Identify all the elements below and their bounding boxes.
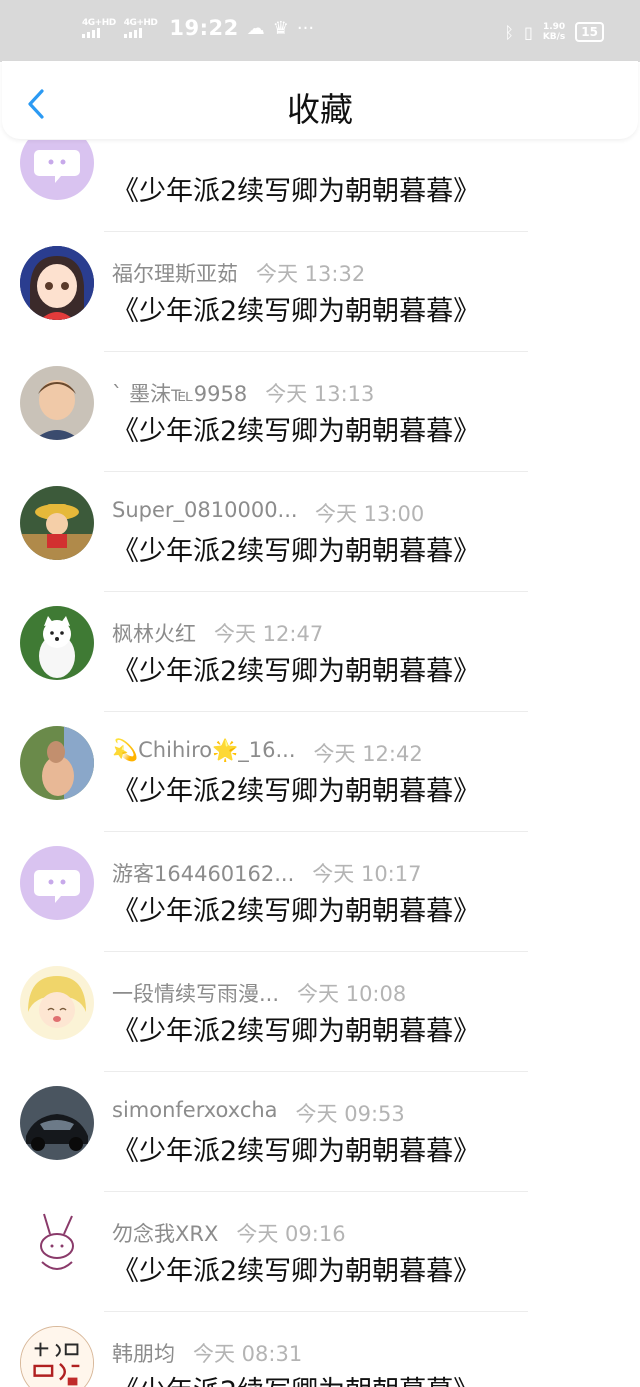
status-bar: 4G+HD 4G+HD 19:22 ☁ ♛ ··· ᛒ ▯ 1.90 KB/s … <box>0 0 640 62</box>
list-item[interactable]: 一段情续写雨漫... 今天 10:08 《少年派2续写卿为朝朝暮暮》 <box>0 952 640 1072</box>
avatar[interactable] <box>20 486 94 560</box>
username: 💫Chihiro🌟_16... <box>112 738 296 762</box>
avatar[interactable] <box>20 606 94 680</box>
username: 一段情续写雨漫... <box>112 982 280 1006</box>
chat-bubble-icon <box>34 870 80 903</box>
timestamp: 今天 12:47 <box>214 622 324 646</box>
sports-car-avatar <box>20 1086 94 1160</box>
list-item[interactable]: 勿念我XRX 今天 09:16 《少年派2续写卿为朝朝暮暮》 <box>0 1192 640 1312</box>
timestamp: 今天 08:31 <box>193 1342 303 1366</box>
avatar[interactable] <box>20 1086 94 1160</box>
timestamp: 今天 09:16 <box>236 1222 346 1246</box>
anime-blonde-avatar <box>20 966 94 1040</box>
status-bar-right: ᛒ ▯ 1.90 KB/s 15 <box>504 22 604 42</box>
favorite-content: 《少年派2续写卿为朝朝暮暮》 <box>112 1369 480 1387</box>
item-meta: 韩朋均 今天 08:31 <box>112 1338 302 1368</box>
item-meta: 枫林火红 今天 12:47 <box>112 618 323 648</box>
list-item[interactable]: Super_0810000... 今天 13:00 《少年派2续写卿为朝朝暮暮》 <box>0 472 640 592</box>
favorite-content: 《少年派2续写卿为朝朝暮暮》 <box>112 1016 481 1047</box>
favorite-content: 《少年派2续写卿为朝朝暮暮》 <box>112 416 481 447</box>
username: 福尔理斯亚茹 <box>112 262 238 286</box>
list-item[interactable]: 枫林火红 今天 12:47 《少年派2续写卿为朝朝暮暮》 <box>0 592 640 712</box>
item-meta: 福尔理斯亚茹 今天 13:32 <box>112 258 365 288</box>
username: 勿念我XRX <box>112 1222 219 1246</box>
username: 韩朋均 <box>112 1342 175 1366</box>
network-speed: 1.90 KB/s <box>542 22 566 42</box>
list-item[interactable]: 游客164460162... 今天 10:17 《少年派2续写卿为朝朝暮暮》 <box>0 832 640 952</box>
battery-icon: 15 <box>575 22 604 42</box>
avatar[interactable] <box>20 966 94 1040</box>
list-item[interactable]: simonferxoxcha 今天 09:53 《少年派2续写卿为朝朝暮暮》 <box>0 1072 640 1192</box>
more-notifications-icon: ··· <box>296 17 315 39</box>
crown-icon: ♛ <box>272 17 289 39</box>
calligraphy-stamp-avatar <box>21 1327 93 1387</box>
username: Super_0810000... <box>112 498 297 522</box>
timestamp: 今天 10:08 <box>297 982 407 1006</box>
timestamp: 今天 10:17 <box>312 862 422 886</box>
timestamp: 今天 13:32 <box>256 262 366 286</box>
username: 游客164460162... <box>112 862 295 886</box>
username: simonferxoxcha <box>112 1098 278 1122</box>
avatar[interactable] <box>20 1326 94 1387</box>
favorite-content: 《少年派2续写卿为朝朝暮暮》 <box>112 296 481 327</box>
item-meta: ˋ 墨沫℡9958 今天 13:13 <box>112 378 374 408</box>
avatar[interactable] <box>20 726 94 800</box>
bluetooth-icon: ᛒ <box>504 22 514 42</box>
timestamp: 今天 13:13 <box>265 382 375 406</box>
item-meta: 勿念我XRX 今天 09:16 <box>112 1218 346 1248</box>
favorite-content: 《少年派2续写卿为朝朝暮暮》 <box>112 776 481 807</box>
chat-bubble-icon <box>34 150 80 183</box>
favorite-content: 《少年派2续写卿为朝朝暮暮》 <box>112 536 481 567</box>
favorite-content: 《少年派2续写卿为朝朝暮暮》 <box>112 1136 481 1167</box>
avatar[interactable] <box>20 246 94 320</box>
page-title: 收藏 <box>287 90 353 129</box>
item-meta: Super_0810000... 今天 13:00 <box>112 498 424 528</box>
avatar[interactable] <box>20 1206 94 1280</box>
list-item[interactable]: 💫Chihiro🌟_16... 今天 12:42 《少年派2续写卿为朝朝暮暮》 <box>0 712 640 832</box>
avatar[interactable] <box>20 366 94 440</box>
avatar[interactable] <box>20 140 94 200</box>
clock: 19:22 <box>169 16 239 40</box>
vibrate-icon: ▯ <box>524 22 533 42</box>
list-item[interactable]: 韩朋均 今天 08:31 《少年派2续写卿为朝朝暮暮》 <box>0 1312 640 1387</box>
white-dog-avatar <box>20 606 94 680</box>
item-meta: 💫Chihiro🌟_16... 今天 12:42 <box>112 738 423 768</box>
item-meta: 游客164460162... 今天 10:17 <box>112 858 421 888</box>
status-bar-left: 4G+HD 4G+HD 19:22 ☁ ♛ ··· <box>82 16 314 40</box>
timestamp: 今天 12:42 <box>313 742 423 766</box>
avatar[interactable] <box>20 846 94 920</box>
hand-photo-avatar <box>20 726 94 800</box>
favorites-list[interactable]: 《少年派2续写卿为朝朝暮暮》 福尔理斯亚茹 今天 13:32 《少年派2续写卿为… <box>0 140 640 1387</box>
list-item[interactable]: 《少年派2续写卿为朝朝暮暮》 <box>0 140 640 232</box>
signal-sim2-icon: 4G+HD <box>123 18 158 38</box>
rabbit-sketch-avatar <box>20 1206 94 1280</box>
favorite-content: 《少年派2续写卿为朝朝暮暮》 <box>112 896 481 927</box>
cartoon-pirate-avatar <box>20 486 94 560</box>
timestamp: 今天 09:53 <box>295 1102 405 1126</box>
favorite-content: 《少年派2续写卿为朝朝暮暮》 <box>112 1256 481 1287</box>
list-item[interactable]: 福尔理斯亚茹 今天 13:32 《少年派2续写卿为朝朝暮暮》 <box>0 232 640 352</box>
item-meta: 一段情续写雨漫... 今天 10:08 <box>112 978 406 1008</box>
list-item[interactable]: ˋ 墨沫℡9958 今天 13:13 《少年派2续写卿为朝朝暮暮》 <box>0 352 640 472</box>
child-photo-avatar <box>20 366 94 440</box>
cloud-icon: ☁ <box>246 17 265 39</box>
anime-girl-avatar <box>20 246 94 320</box>
item-meta: simonferxoxcha 今天 09:53 <box>112 1098 405 1128</box>
timestamp: 今天 13:00 <box>315 502 425 526</box>
favorite-content: 《少年派2续写卿为朝朝暮暮》 <box>112 176 481 207</box>
signal-sim1-icon: 4G+HD <box>82 18 116 38</box>
favorite-content: 《少年派2续写卿为朝朝暮暮》 <box>112 656 481 687</box>
username: 枫林火红 <box>112 622 196 646</box>
username: ˋ 墨沫℡9958 <box>112 382 248 406</box>
page-header: 收藏 <box>2 61 638 139</box>
